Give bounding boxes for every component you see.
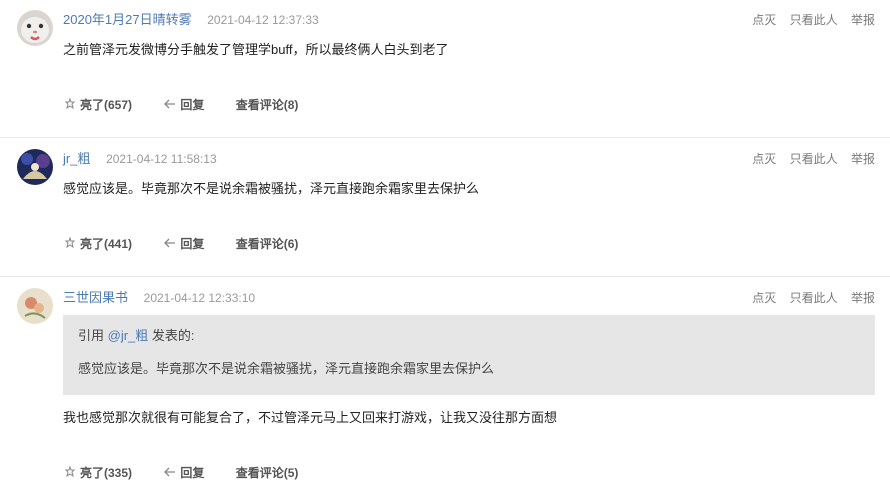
report-button[interactable]: 举报 (851, 152, 875, 166)
comment-item: 2020年1月27日晴转雾 2021-04-12 12:37:33 点灭 只看此… (0, 0, 890, 138)
comment-time: 2021-04-12 12:33:10 (143, 291, 256, 305)
reply-button[interactable]: 回复 (163, 235, 204, 253)
like-icon (63, 236, 77, 250)
comment-footer: 亮了(657) 回复 查看评论(8) (63, 96, 326, 114)
reply-icon (163, 465, 177, 479)
flower-avatar-icon[interactable] (17, 288, 53, 324)
like-label: 亮了(657) (80, 98, 133, 112)
quote-prefix: 引用 (78, 328, 108, 343)
comment-time: 2021-04-12 11:58:13 (106, 152, 217, 166)
reply-button[interactable]: 回复 (163, 464, 204, 482)
comment-footer: 亮了(441) 回复 查看评论(6) (63, 235, 326, 253)
quote-header: 引用 @jr_粗 发表的: (78, 328, 195, 344)
quoted-comment: 引用 @jr_粗 发表的: 感觉应该是。毕竟那次不是说余霜被骚扰，泽元直接跑余霜… (63, 315, 875, 395)
author-name[interactable]: 2020年1月27日晴转雾 (63, 12, 192, 27)
like-label: 亮了(441) (80, 237, 133, 251)
comment-item: 三世因果书 2021-04-12 12:33:10 点灭 只看此人 举报 引用 … (0, 277, 890, 492)
like-label: 亮了(335) (80, 466, 133, 480)
reply-button[interactable]: 回复 (163, 96, 204, 114)
like-icon (63, 97, 77, 111)
comment-header: 三世因果书 2021-04-12 12:33:10 点灭 只看此人 举报 (63, 289, 875, 307)
report-button[interactable]: 举报 (851, 13, 875, 27)
comment-text: 感觉应该是。毕竟那次不是说余霜被骚扰，泽元直接跑余霜家里去保护么 (63, 181, 480, 196)
light-off-button[interactable]: 点灭 (752, 291, 776, 305)
light-off-button[interactable]: 点灭 (752, 152, 776, 166)
reply-label: 回复 (180, 237, 205, 251)
only-this-user-button[interactable]: 只看此人 (790, 13, 838, 27)
comment-footer: 亮了(335) 回复 查看评论(5) (63, 464, 326, 482)
quote-suffix: 发表的: (148, 328, 195, 343)
anime-avatar-icon[interactable] (17, 149, 53, 185)
comment-text: 我也感觉那次就很有可能复合了，不过管泽元马上又回来打游戏，让我又没往那方面想 (63, 410, 558, 425)
comment-actions: 点灭 只看此人 举报 (742, 150, 875, 168)
author-name[interactable]: jr_粗 (63, 151, 90, 166)
reply-icon (163, 97, 177, 111)
view-replies-link[interactable]: 查看评论(8) (236, 96, 299, 114)
reply-label: 回复 (180, 98, 205, 112)
comment-item: jr_粗 2021-04-12 11:58:13 点灭 只看此人 举报 感觉应该… (0, 138, 890, 277)
author-name[interactable]: 三世因果书 (63, 290, 128, 305)
comment-actions: 点灭 只看此人 举报 (742, 11, 875, 29)
quote-text: 感觉应该是。毕竟那次不是说余霜被骚扰，泽元直接跑余霜家里去保护么 (78, 361, 495, 376)
cat-avatar-icon[interactable] (17, 10, 53, 46)
only-this-user-button[interactable]: 只看此人 (790, 291, 838, 305)
like-button[interactable]: 亮了(335) (63, 464, 132, 482)
comment-text: 之前管泽元发微博分手触发了管理学buff，所以最终俩人白头到老了 (63, 42, 449, 57)
quoted-user-link[interactable]: @jr_粗 (108, 328, 149, 343)
comment-time: 2021-04-12 12:37:33 (207, 13, 319, 27)
like-button[interactable]: 亮了(441) (63, 235, 132, 253)
report-button[interactable]: 举报 (851, 291, 875, 305)
comment-actions: 点灭 只看此人 举报 (742, 289, 875, 307)
view-replies-link[interactable]: 查看评论(5) (236, 464, 299, 482)
like-icon (63, 465, 77, 479)
like-button[interactable]: 亮了(657) (63, 96, 132, 114)
view-replies-link[interactable]: 查看评论(6) (236, 235, 299, 253)
only-this-user-button[interactable]: 只看此人 (790, 152, 838, 166)
light-off-button[interactable]: 点灭 (752, 13, 776, 27)
comment-header: 2020年1月27日晴转雾 2021-04-12 12:37:33 点灭 只看此… (63, 11, 875, 29)
comment-header: jr_粗 2021-04-12 11:58:13 点灭 只看此人 举报 (63, 150, 875, 168)
reply-icon (163, 236, 177, 250)
reply-label: 回复 (180, 466, 205, 480)
